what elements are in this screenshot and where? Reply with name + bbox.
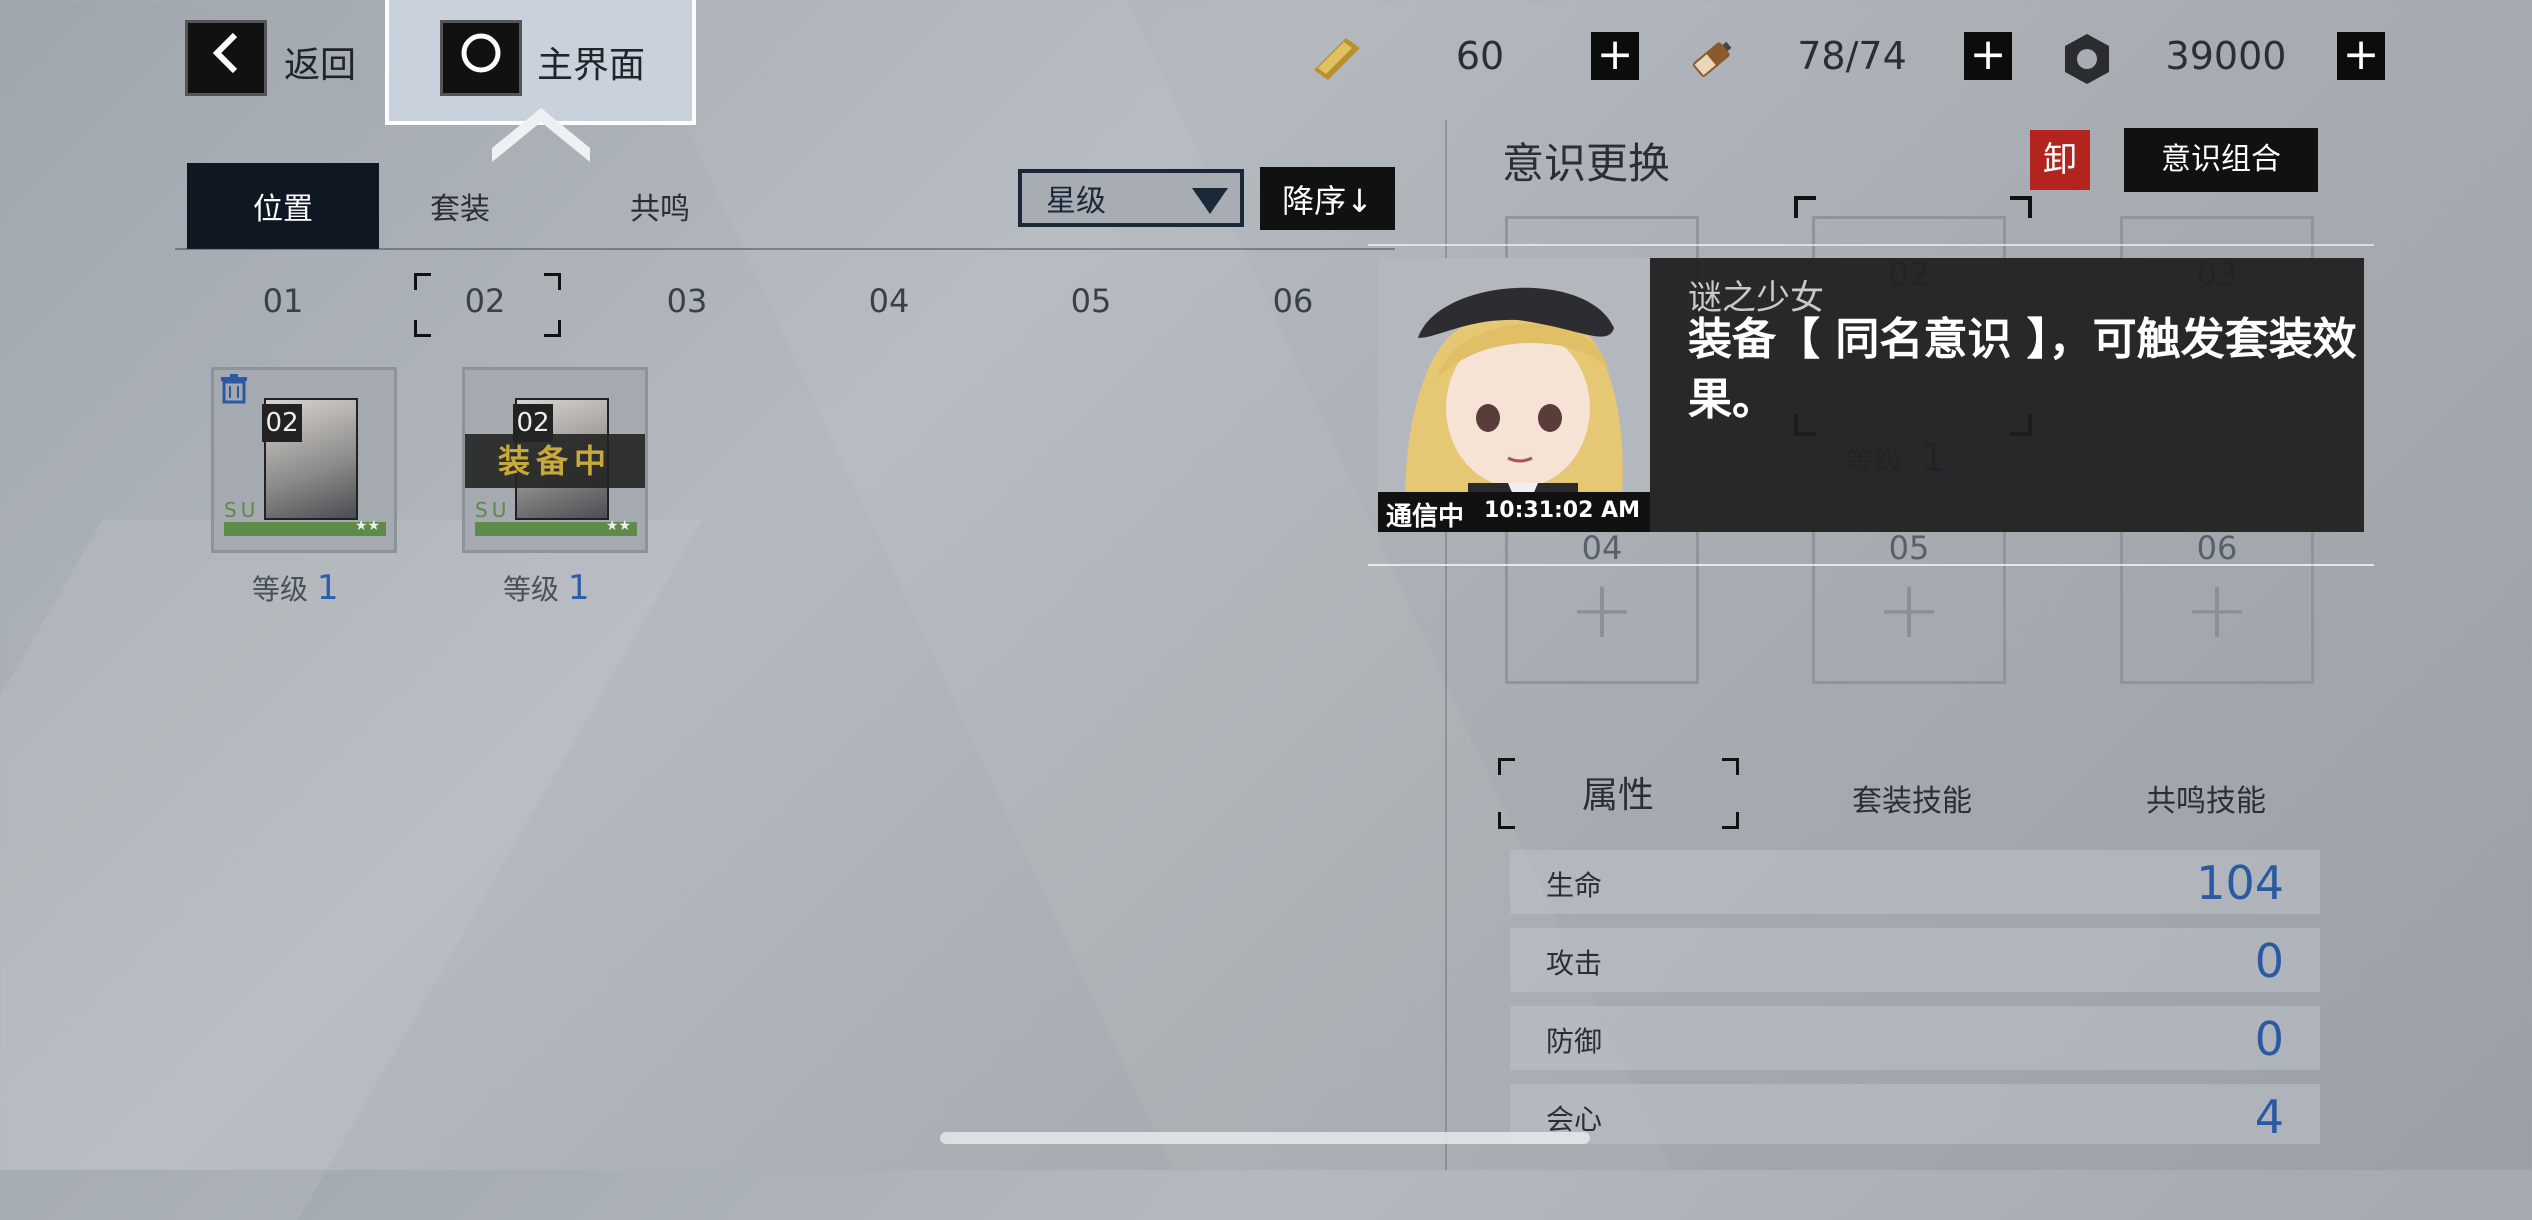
stat-key: 会心 xyxy=(1546,1103,1603,1136)
dialog-message: 装备【 同名意识 】，可触发套装效果。 xyxy=(1688,314,2357,425)
slot-filter-02[interactable]: 02 xyxy=(425,282,545,320)
comm-status: 通信中 xyxy=(1386,502,1465,532)
stat-value: 0 xyxy=(2254,1012,2284,1066)
back-label[interactable]: 返回 xyxy=(284,36,356,88)
sort-field-label: 星级 xyxy=(1046,184,1106,219)
stat-value: 4 xyxy=(2254,1090,2284,1144)
add-gold-button[interactable]: + xyxy=(1591,32,1639,80)
selection-bracket xyxy=(1794,196,1816,218)
unequip-button[interactable]: 卸 xyxy=(2030,130,2090,190)
memory-combo-button[interactable]: 意识组合 xyxy=(2124,128,2318,192)
home-button[interactable] xyxy=(440,20,522,96)
comm-status-bar: 通信中 10:31:02 AM xyxy=(1378,492,1650,532)
add-stamina-button[interactable]: + xyxy=(1964,32,2012,80)
resource-coin-value: 39000 xyxy=(2165,34,2287,78)
panel-title: 意识更换 xyxy=(1502,139,1671,188)
card-star-bar: ★★ xyxy=(224,518,386,536)
card-slot-number: 02 xyxy=(262,404,302,442)
slot-filter-04[interactable]: 04 xyxy=(829,282,949,320)
card-level-label: 等级 xyxy=(503,573,560,606)
slot-filter-05[interactable]: 05 xyxy=(1031,282,1151,320)
card-level: 等级 1 xyxy=(503,568,590,608)
selection-bracket xyxy=(1722,812,1739,829)
selection-bracket xyxy=(1498,758,1515,775)
slot-filter-06[interactable]: 06 xyxy=(1233,282,1353,320)
plus-icon: + xyxy=(1568,563,1636,656)
star-icon: ★★ xyxy=(354,518,380,534)
resource-stamina-value: 78/74 xyxy=(1797,34,1907,78)
add-coin-button[interactable]: + xyxy=(2337,32,2385,80)
tab-resonance[interactable]: 共鸣 xyxy=(580,163,740,249)
selection-bracket xyxy=(414,273,431,290)
stat-row: 会心 4 xyxy=(1510,1084,2320,1144)
slot-filter-01[interactable]: 01 xyxy=(223,282,343,320)
equip-slot-number: 04 xyxy=(1581,529,1623,567)
speaker-portrait xyxy=(1378,258,1650,532)
card-tag: SU xyxy=(224,498,260,522)
equipped-badge: 装备中 xyxy=(465,434,645,488)
stat-value: 0 xyxy=(2254,934,2284,988)
card-level-label: 等级 xyxy=(252,573,309,606)
circle-icon xyxy=(459,31,503,85)
resource-gold-value: 60 xyxy=(1455,34,1505,78)
slot-filter-03[interactable]: 03 xyxy=(627,282,747,320)
card-level-value: 1 xyxy=(567,568,590,608)
equip-slot-number: 05 xyxy=(1888,529,1930,567)
chevron-left-icon xyxy=(209,31,243,85)
selection-bracket xyxy=(2010,196,2032,218)
back-button[interactable] xyxy=(185,20,267,96)
background-shard xyxy=(0,520,703,1220)
selection-bracket xyxy=(1498,812,1515,829)
card-star-bar: ★★ xyxy=(475,518,637,536)
home-label[interactable]: 主界面 xyxy=(537,36,645,88)
stat-row: 攻击 0 xyxy=(1510,928,2320,992)
tab-set[interactable]: 套装 xyxy=(380,163,540,249)
tab-position[interactable]: 位置 xyxy=(187,163,379,249)
stat-key: 生命 xyxy=(1546,869,1603,902)
triangle-down-icon xyxy=(1192,187,1228,222)
home-indicator xyxy=(940,1132,1590,1144)
battery-icon xyxy=(1683,30,1741,88)
stat-key: 防御 xyxy=(1546,1025,1603,1058)
stat-key: 攻击 xyxy=(1546,947,1603,980)
stat-row: 生命 104 xyxy=(1510,850,2320,914)
trash-icon[interactable] xyxy=(220,374,248,408)
selection-bracket xyxy=(414,320,431,337)
sort-field-select[interactable]: 星级 xyxy=(1018,169,1244,227)
tab-set-skills[interactable]: 套装技能 xyxy=(1812,776,2012,820)
plus-icon: + xyxy=(1875,563,1943,656)
tab-resonance-skills[interactable]: 共鸣技能 xyxy=(2106,776,2306,820)
stat-value: 104 xyxy=(2196,856,2284,910)
card-level-value: 1 xyxy=(316,568,339,608)
gold-bar-icon xyxy=(1308,30,1366,88)
star-icon: ★★ xyxy=(605,518,631,534)
selection-bracket xyxy=(544,273,561,290)
card-tag: SU xyxy=(475,498,511,522)
memory-card[interactable]: 02 SU ★★ 装备中 xyxy=(462,367,648,553)
memory-card[interactable]: 02 SU ★★ xyxy=(211,367,397,553)
hex-nut-icon xyxy=(2058,30,2116,88)
card-level: 等级 1 xyxy=(252,568,339,608)
stat-row: 防御 0 xyxy=(1510,1006,2320,1070)
plus-icon: + xyxy=(2183,563,2251,656)
equip-slot-number: 06 xyxy=(2196,529,2238,567)
tab-attributes[interactable]: 属性 xyxy=(1500,766,1736,818)
selection-bracket xyxy=(1722,758,1739,775)
comm-time: 10:31:02 AM xyxy=(1483,498,1640,523)
selection-bracket xyxy=(544,320,561,337)
sort-order-button[interactable]: 降序↓ xyxy=(1260,167,1395,230)
